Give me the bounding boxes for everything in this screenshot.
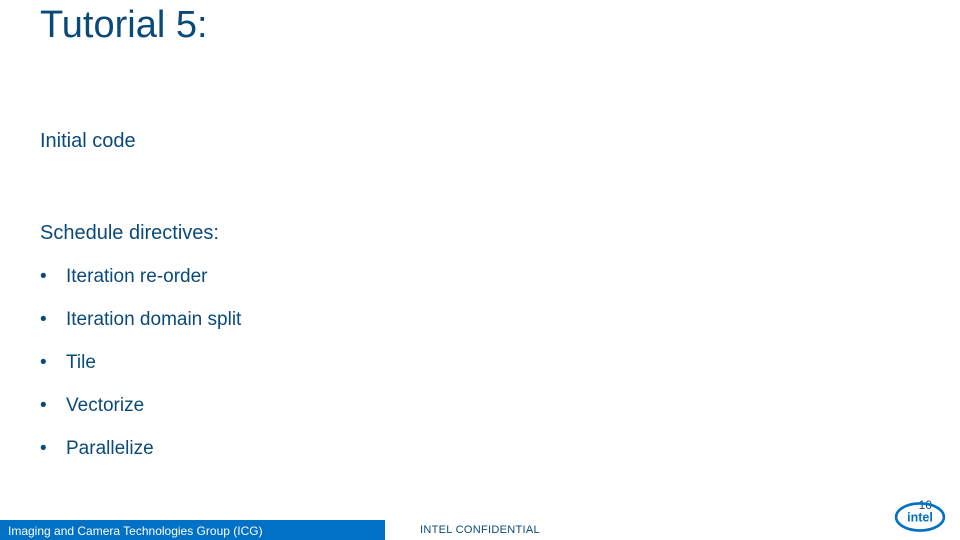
- svg-text:intel: intel: [907, 511, 933, 525]
- bullet-list: Iteration re-order Iteration domain spli…: [40, 266, 241, 481]
- subheading-schedule-directives: Schedule directives:: [40, 222, 219, 245]
- slide-title: Tutorial 5:: [40, 4, 208, 47]
- list-item: Tile: [40, 352, 241, 374]
- footer-left-bar: Imaging and Camera Technologies Group (I…: [0, 520, 385, 540]
- footer-confidential: INTEL CONFIDENTIAL: [420, 524, 540, 536]
- subheading-initial-code: Initial code: [40, 130, 136, 153]
- list-item: Vectorize: [40, 395, 241, 417]
- list-item: Iteration re-order: [40, 266, 241, 288]
- list-item: Parallelize: [40, 438, 241, 460]
- list-item: Iteration domain split: [40, 309, 241, 331]
- intel-logo-icon: intel: [894, 500, 946, 534]
